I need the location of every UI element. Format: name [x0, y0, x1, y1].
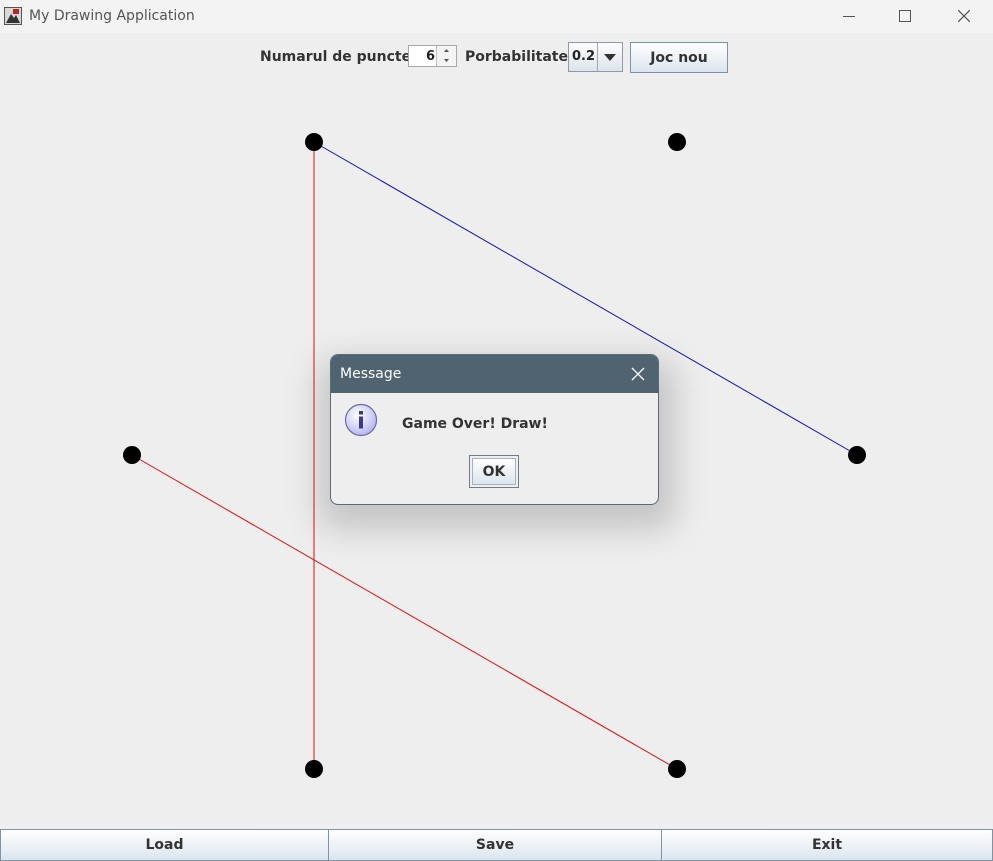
message-dialog: Message Game Over! Draw! OK: [330, 354, 659, 505]
board-point[interactable]: [305, 133, 323, 151]
load-button[interactable]: Load: [0, 829, 329, 861]
info-icon: [344, 403, 378, 437]
dialog-header: Message: [331, 355, 658, 393]
exit-button[interactable]: Exit: [661, 829, 993, 861]
board-point[interactable]: [305, 760, 323, 778]
save-button[interactable]: Save: [328, 829, 662, 861]
ok-button-label[interactable]: OK: [472, 458, 516, 485]
close-icon[interactable]: [631, 367, 645, 381]
board-point[interactable]: [123, 446, 141, 464]
board-point[interactable]: [668, 133, 686, 151]
ok-button[interactable]: OK: [469, 455, 519, 488]
dialog-title: Message: [340, 366, 402, 382]
board-point[interactable]: [668, 760, 686, 778]
board-point[interactable]: [848, 446, 866, 464]
dialog-message: Game Over! Draw!: [402, 416, 548, 432]
